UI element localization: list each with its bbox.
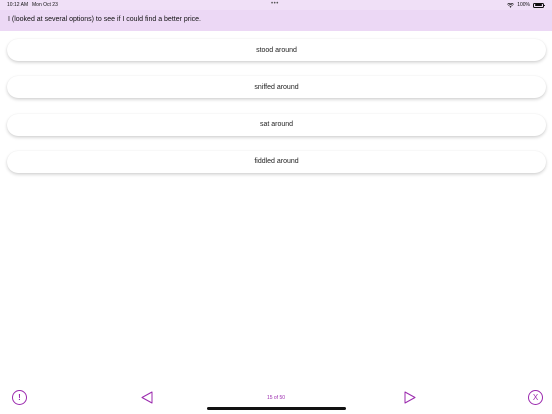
close-button[interactable]: X bbox=[528, 390, 543, 405]
page-indicator: 15 of 50 bbox=[266, 395, 286, 401]
status-right-group: 100% bbox=[507, 2, 545, 8]
multitasking-dots-icon[interactable]: ••• bbox=[271, 1, 279, 7]
home-indicator[interactable] bbox=[207, 407, 346, 410]
answer-option-1[interactable]: stood around bbox=[7, 39, 546, 61]
answer-option-3[interactable]: sat around bbox=[7, 113, 546, 136]
question-header: I (looked at several options) to see if … bbox=[0, 10, 552, 31]
battery-percent: 100% bbox=[517, 2, 530, 8]
wifi-icon bbox=[507, 2, 515, 8]
answer-options: stood around sniffed around sat around f… bbox=[7, 39, 546, 188]
triangle-right-icon bbox=[404, 391, 416, 404]
x-circle-icon: X bbox=[532, 392, 539, 402]
question-text: I (looked at several options) to see if … bbox=[8, 16, 201, 23]
answer-option-4[interactable]: fiddled around bbox=[7, 150, 546, 173]
answer-option-2[interactable]: sniffed around bbox=[7, 76, 546, 99]
app-screen: 10:12 AM Mon Oct 23 ••• 100% I (looked a… bbox=[0, 0, 552, 414]
next-button[interactable] bbox=[404, 391, 416, 404]
status-date: Mon Oct 23 bbox=[32, 2, 58, 8]
battery-icon bbox=[533, 2, 545, 8]
status-time: 10:12 AM bbox=[7, 2, 29, 8]
status-bar: 10:12 AM Mon Oct 23 ••• 100% bbox=[0, 0, 552, 10]
